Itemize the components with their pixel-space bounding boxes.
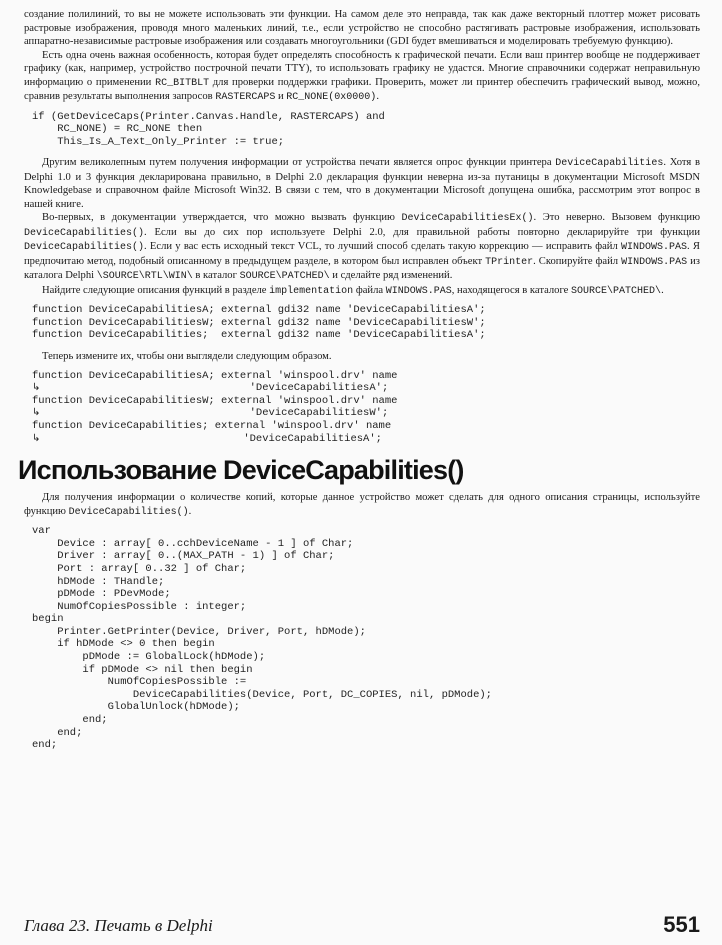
line-continuation-icon: ↳ xyxy=(32,382,41,394)
code-line: NumOfCopiesPossible : integer; xyxy=(32,600,247,613)
paragraph-7: Для получения информации о количестве ко… xyxy=(24,491,700,519)
code-line: pDMode := GlobalLock(hDMode); xyxy=(32,651,266,664)
text-run: и сделайте ряд изменений. xyxy=(329,270,453,282)
text-run: . Если вы до сих пор используете Delphi … xyxy=(144,226,700,238)
paragraph-6: Теперь измените их, чтобы они выглядели … xyxy=(42,351,332,363)
text-run: и xyxy=(275,91,287,102)
code-inline: implementation xyxy=(269,285,354,297)
code-line: function DeviceCapabilities; external gd… xyxy=(32,329,486,342)
text-run: файла xyxy=(353,284,386,296)
code-block-devicecapabilities-example: var Device : array[ 0..cchDeviceName - 1… xyxy=(32,525,700,752)
code-line: begin xyxy=(32,613,64,626)
paragraph-4: Во-первых, в документации утверждается, … xyxy=(24,211,700,284)
page-number: 551 xyxy=(663,912,700,937)
code-line: GlobalUnlock(hDMode); xyxy=(32,701,240,714)
code-inline: RC_NONE(0x0000) xyxy=(286,92,377,103)
code-line: Printer.GetPrinter(Device, Driver, Port,… xyxy=(32,625,366,638)
chapter-title: Глава 23. Печать в Delphi xyxy=(24,916,213,935)
page-body: создание полилиний, то вы не можете испо… xyxy=(18,8,700,760)
text-run: Другим великолепным путем получения инфо… xyxy=(42,157,556,169)
text-run: , находящегося в каталоге xyxy=(451,284,572,296)
code-line: end; xyxy=(32,739,58,752)
line-continuation-icon: ↳ xyxy=(32,407,41,419)
code-inline: SOURCE\PATCHED\ xyxy=(571,285,662,297)
code-inline: DeviceCapabilities xyxy=(555,158,664,170)
paragraph-3: Другим великолепным путем получения инфо… xyxy=(24,156,700,211)
text-run: . Это неверно. Вызовем функцию xyxy=(533,212,700,224)
code-inline: WINDOWS.PAS xyxy=(385,285,452,297)
text-run: . xyxy=(188,505,192,517)
paragraph-5: Найдите следующие описания функций в раз… xyxy=(24,284,700,299)
code-line: function DeviceCapabilitiesW; external '… xyxy=(32,394,398,407)
code-inline: \SOURCE\RTL\WIN\ xyxy=(96,271,193,283)
code-line: function DeviceCapabilitiesW; external g… xyxy=(32,316,486,329)
text-run: . xyxy=(661,284,664,296)
section-heading: Использование DeviceCapabilities() xyxy=(18,455,464,486)
code-inline: TPrinter xyxy=(485,256,534,268)
code-line: This_Is_A_Text_Only_Printer := true; xyxy=(32,135,285,148)
code-line: pDMode : PDevMode; xyxy=(32,588,171,601)
code-line: function DeviceCapabilitiesA; external '… xyxy=(32,369,398,382)
code-block-winspool-declarations: function DeviceCapabilitiesA; external '… xyxy=(32,370,700,446)
text-run: Найдите следующие описания функций в раз… xyxy=(42,284,270,296)
text-run: . Если у вас есть исходный текст VCL, то… xyxy=(144,241,622,253)
text-run: . Скопируйте файл xyxy=(533,255,622,267)
code-line: var xyxy=(32,525,51,538)
code-inline: SOURCE\PATCHED\ xyxy=(239,271,330,283)
code-line: end; xyxy=(32,714,108,727)
code-line: function DeviceCapabilities; external 'w… xyxy=(32,419,392,432)
code-line: Driver : array[ 0..(MAX_PATH - 1) ] of C… xyxy=(32,550,335,563)
code-line: if hDMode <> 0 then begin xyxy=(32,638,215,651)
code-line: Port : array[ 0..32 ] of Char; xyxy=(32,562,247,575)
code-line: end; xyxy=(32,726,83,739)
code-line: if pDMode <> nil then begin xyxy=(32,663,253,676)
code-line: 'DeviceCapabilitiesA'; xyxy=(48,432,382,445)
line-continuation-icon: ↳ xyxy=(32,432,41,444)
text-run: . xyxy=(376,91,379,102)
code-line: NumOfCopiesPossible := xyxy=(32,676,247,689)
text-run: Во-первых, в документации утверждается, … xyxy=(42,212,402,224)
page-footer: Глава 23. Печать в Delphi 551 xyxy=(24,912,700,940)
code-line: RC_NONE) = RC_NONE then xyxy=(32,123,203,136)
code-inline: DeviceCapabilities() xyxy=(24,227,145,239)
code-inline: DeviceCapabilities() xyxy=(68,506,189,518)
paragraph-1: создание полилиний, то вы не можете испо… xyxy=(24,9,700,47)
code-line: if (GetDeviceCaps(Printer.Canvas.Handle,… xyxy=(32,110,385,123)
code-inline: RC_BITBLT xyxy=(155,77,210,89)
code-line: DeviceCapabilities(Device, Port, DC_COPI… xyxy=(32,688,492,701)
code-line: 'DeviceCapabilitiesA'; xyxy=(48,382,389,395)
paragraph-2: Есть одна очень важная особенность, кото… xyxy=(24,49,700,105)
code-line: Device : array[ 0..cchDeviceName - 1 ] o… xyxy=(32,537,354,550)
code-block-rastercaps: if (GetDeviceCaps(Printer.Canvas.Handle,… xyxy=(32,111,700,149)
code-inline: DeviceCapabilities() xyxy=(24,242,145,254)
code-inline: WINDOWS.PAS xyxy=(621,242,688,254)
code-inline: RASTERCAPS xyxy=(215,92,276,103)
code-line: function DeviceCapabilitiesA; external g… xyxy=(32,304,486,317)
code-inline: WINDOWS.PAS xyxy=(621,256,688,268)
code-block-gdi32-declarations: function DeviceCapabilitiesA; external g… xyxy=(32,304,700,342)
code-line: hDMode : THandle; xyxy=(32,575,165,588)
code-inline: DeviceCapabilitiesEx() xyxy=(401,213,534,225)
code-line: 'DeviceCapabilitiesW'; xyxy=(48,407,389,420)
text-run: в каталог xyxy=(192,270,240,282)
